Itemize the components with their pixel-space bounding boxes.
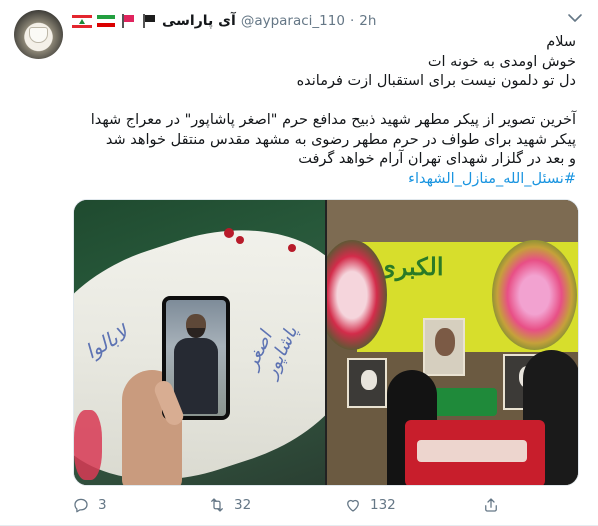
photo-right[interactable]: الكبرى ص <box>327 200 578 485</box>
tweet-card[interactable]: آی پاراسی @ayparaci_110 · 2h سلام خوش او… <box>0 0 598 526</box>
avatar[interactable] <box>14 10 63 59</box>
user-handle[interactable]: @ayparaci_110 <box>241 13 345 29</box>
reply-count: 3 <box>98 497 107 513</box>
tweet-header: آی پاراسی @ayparaci_110 · 2h <box>72 11 376 31</box>
chevron-down-icon[interactable] <box>567 12 583 24</box>
reply-icon <box>74 498 88 513</box>
rose-icon <box>236 236 244 244</box>
banner-text: الكبرى <box>377 252 444 281</box>
green-cloth <box>427 388 497 416</box>
rose-icon <box>224 228 234 238</box>
like-action[interactable]: 132 <box>344 493 396 517</box>
retweet-icon <box>211 498 223 512</box>
media-grid: لابالوا اصغر پاشاپور الكبرى ص <box>73 199 579 486</box>
timestamp[interactable]: 2h <box>359 13 376 29</box>
tweet-text: سلام خوش اومدی به خونه ات دل تو دلمون نی… <box>76 33 576 189</box>
tweet-line: و بعد در گلزار شهدای تهران آرام خواهد گر… <box>298 151 576 167</box>
rose-icon <box>288 244 296 252</box>
tweet-actions: 3 32 132 <box>72 493 572 517</box>
share-action[interactable] <box>482 493 500 517</box>
iran-flag-icon <box>97 15 115 27</box>
hashtag-link[interactable]: #نسئل_الله_منازل_الشهداء <box>408 171 576 187</box>
red-flag-icon <box>120 14 136 28</box>
avatar-cup-icon <box>29 27 48 43</box>
like-count: 132 <box>370 497 396 513</box>
tweet-line: دل تو دلمون نیست برای استقبال ازت فرماند… <box>296 73 576 89</box>
separator-dot: · <box>349 13 355 29</box>
share-icon <box>485 498 497 512</box>
reply-action[interactable]: 3 <box>72 493 107 517</box>
black-flag-icon <box>141 14 157 28</box>
martyr-portrait <box>423 318 465 376</box>
retweet-count: 32 <box>234 497 252 513</box>
portrait-frame <box>347 358 387 408</box>
lebanon-flag-icon <box>72 14 92 28</box>
tweet-line: سلام <box>546 34 576 50</box>
flower <box>74 410 102 480</box>
heart-icon <box>347 499 359 512</box>
wreath <box>492 240 577 350</box>
tweet-line: پیکر شهید برای طواف در حرم مطهر رضوی به … <box>105 131 576 148</box>
display-name[interactable]: آی پاراسی <box>162 13 236 29</box>
photo-left[interactable]: لابالوا اصغر پاشاپور <box>74 200 325 485</box>
retweet-action[interactable]: 32 <box>208 493 251 517</box>
tweet-line: آخرین تصویر از پیکر مطهر شهید ذبیح مدافع… <box>90 112 576 128</box>
coffin-band <box>417 440 527 462</box>
tweet-line: خوش اومدی به خونه ات <box>427 53 576 70</box>
